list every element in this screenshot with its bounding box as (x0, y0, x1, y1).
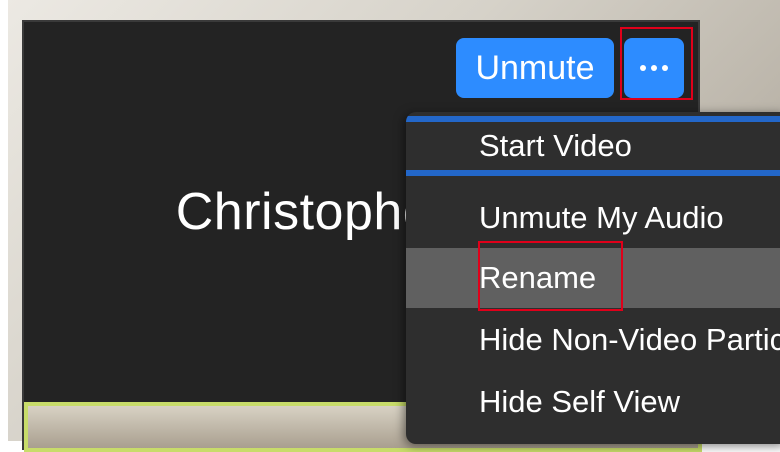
ellipsis-horizontal-icon (624, 38, 684, 98)
unmute-button[interactable]: Unmute (456, 38, 614, 98)
participant-options-menu: Start Video Unmute My Audio Rename Hide … (406, 112, 780, 444)
menu-item-rename[interactable]: Rename (406, 248, 780, 308)
more-options-button[interactable] (624, 38, 684, 98)
menu-item-unmute-my-audio[interactable]: Unmute My Audio (406, 188, 780, 248)
menu-item-start-video[interactable]: Start Video (406, 116, 780, 176)
menu-item-hide-self-view[interactable]: Hide Self View (406, 372, 780, 432)
menu-item-hide-non-video-participants[interactable]: Hide Non-Video Participants (406, 310, 780, 370)
